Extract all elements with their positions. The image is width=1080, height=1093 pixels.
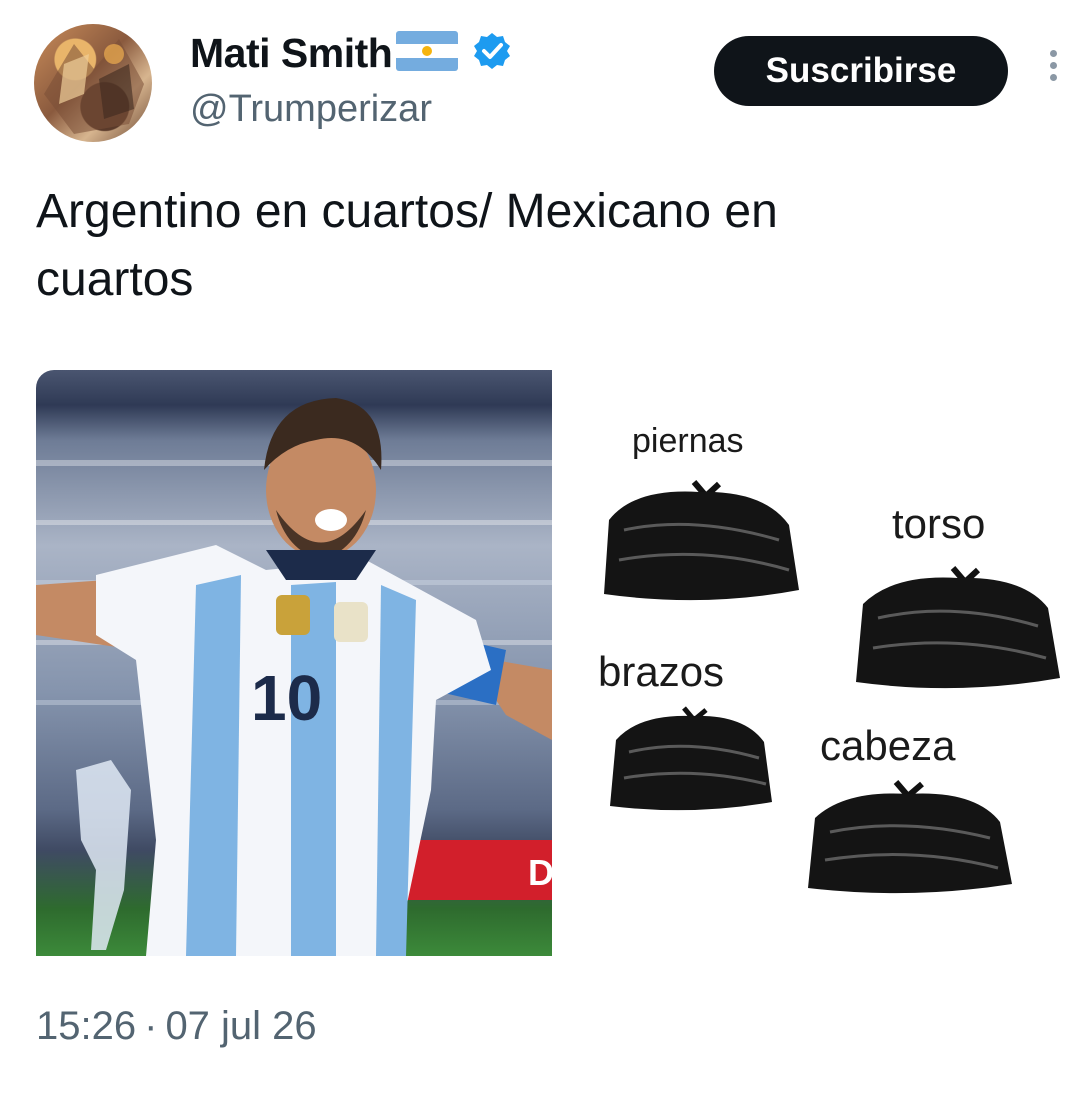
player-illustration: D 10 xyxy=(36,398,552,956)
tweet-text-line: Argentino en cuartos/ Mexicano en xyxy=(36,185,778,238)
meme-label-brazos: brazos xyxy=(598,648,725,695)
player-celebration-photo[interactable]: D 10 xyxy=(36,370,552,956)
trash-bag-icon xyxy=(856,566,1060,689)
tweet-text: Argentino en cuartos/ Mexicano en cuarto… xyxy=(36,178,1036,314)
meme-label-cabeza: cabeza xyxy=(820,722,956,769)
tweet-timestamp[interactable]: 15:26 · 07 jul 26 xyxy=(36,1004,317,1049)
tweet-media[interactable]: D 10 piernas torso brazos cabeza xyxy=(36,370,1060,956)
author-handle[interactable]: @Trumperizar xyxy=(190,88,432,131)
timestamp-time: 15:26 xyxy=(36,1004,137,1048)
tweet-text-line: cuartos xyxy=(36,253,194,306)
timestamp-separator: · xyxy=(144,1004,158,1048)
avatar-image xyxy=(44,39,144,134)
meme-panel[interactable]: piernas torso brazos cabeza xyxy=(566,370,1060,956)
jersey-number: 10 xyxy=(251,662,322,734)
argentina-flag-icon xyxy=(396,30,459,76)
ad-board-text: D xyxy=(528,852,552,893)
meme-label-torso: torso xyxy=(892,500,986,547)
trash-bag-icon xyxy=(808,780,1012,894)
trash-bag-icon xyxy=(604,480,799,601)
timestamp-date: 07 jul 26 xyxy=(165,1004,317,1048)
author-name[interactable]: Mati Smith xyxy=(190,30,393,77)
meme-label-piernas: piernas xyxy=(632,422,744,460)
subscribe-button[interactable]: Suscribirse xyxy=(714,36,1008,106)
more-dot xyxy=(1049,50,1057,57)
avatar[interactable] xyxy=(34,24,152,142)
verified-badge-icon xyxy=(472,31,512,76)
more-dot xyxy=(1049,74,1057,81)
more-vertical-icon[interactable] xyxy=(1046,50,1060,90)
trash-bag-icon xyxy=(610,706,772,811)
author-name-row: Mati Smith xyxy=(190,28,512,78)
more-dot xyxy=(1049,62,1057,69)
